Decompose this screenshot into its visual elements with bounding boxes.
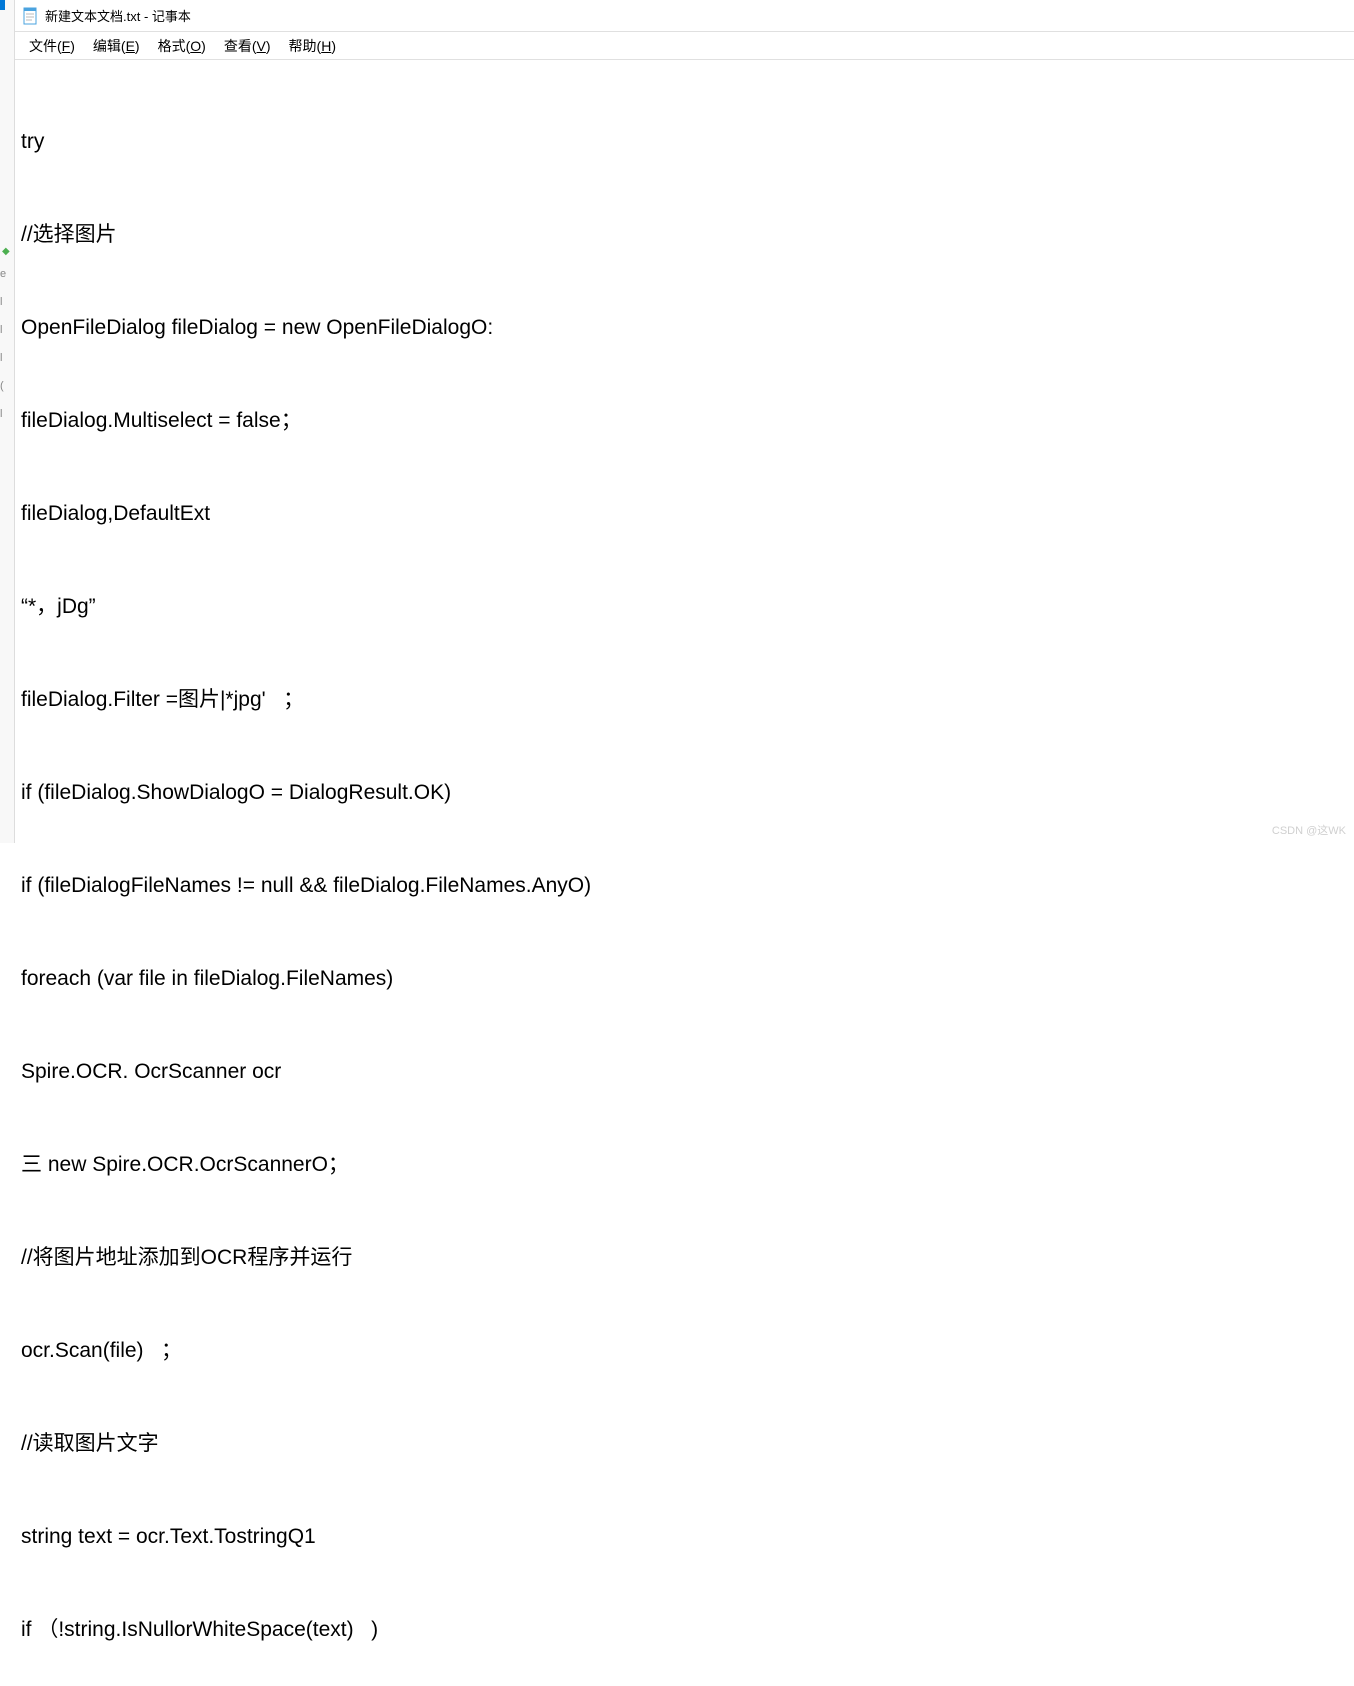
menu-view[interactable]: 查看(V) (216, 34, 279, 58)
text-line: if (fileDialogFileNames != null && fileD… (21, 870, 1348, 901)
watermark: CSDN @这WK (1272, 822, 1346, 838)
menu-help[interactable]: 帮助(H) (281, 34, 344, 58)
notepad-icon (23, 6, 39, 26)
text-line: try (21, 126, 1348, 157)
text-line: ocr.Scan(file) ； (21, 1335, 1348, 1366)
text-line: Spire.OCR. OcrScanner ocr (21, 1056, 1348, 1087)
text-line: foreach (var file in fileDialog.FileName… (21, 963, 1348, 994)
menu-bar: 文件(F) 编辑(E) 格式(O) 查看(V) 帮助(H) (15, 32, 1354, 60)
text-editor-area[interactable]: try //选择图片 OpenFileDialog fileDialog = n… (15, 60, 1354, 1686)
green-marker: ◆ (2, 246, 10, 254)
window-title: 新建文本文档.txt - 记事本 (45, 6, 191, 25)
text-line: if (fileDialog.ShowDialogO = DialogResul… (21, 777, 1348, 808)
menu-format[interactable]: 格式(O) (150, 34, 214, 58)
text-line: string text = ocr.Text.TostringQ1 (21, 1521, 1348, 1552)
menu-edit[interactable]: 编辑(E) (85, 34, 148, 58)
title-bar[interactable]: 新建文本文档.txt - 记事本 (15, 0, 1354, 32)
notepad-window: 新建文本文档.txt - 记事本 文件(F) 编辑(E) 格式(O) 查看(V)… (15, 0, 1354, 843)
text-line: //选择图片 (21, 219, 1348, 250)
text-line: OpenFileDialog fileDialog = new OpenFile… (21, 312, 1348, 343)
text-line: fileDialog.Filter =图片|*jpg' ； (21, 684, 1348, 715)
blue-accent-strip (0, 0, 5, 10)
menu-file[interactable]: 文件(F) (21, 34, 83, 58)
text-line: //读取图片文字 (21, 1428, 1348, 1459)
text-line: if （!string.IsNullorWhiteSpace(text) ) (21, 1614, 1348, 1645)
text-line: //将图片地址添加到OCR程序并运行 (21, 1242, 1348, 1273)
text-line: fileDialog,DefaultExt (21, 498, 1348, 529)
background-text-fragments: e l l l ( l (0, 260, 6, 428)
background-window-sliver: ◆ e l l l ( l (0, 0, 15, 843)
text-line: 三 new Spire.OCR.OcrScannerO； (21, 1149, 1348, 1180)
text-line: fileDialog.Multiselect = false； (21, 405, 1348, 436)
text-line: “*，jDg” (21, 591, 1348, 622)
